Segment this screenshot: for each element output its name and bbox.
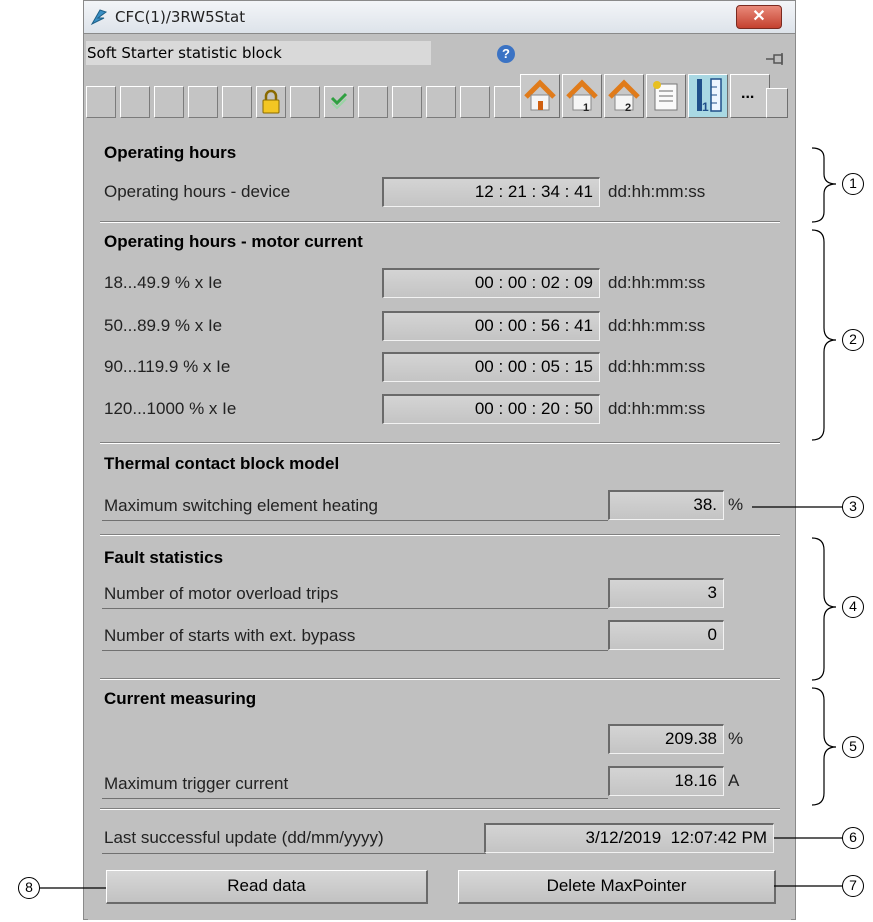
callout-4: 4 [842, 596, 864, 618]
callout-7: 7 [842, 875, 864, 897]
callout-6: 6 [842, 827, 864, 849]
callout-5: 5 [842, 736, 864, 758]
callout-2: 2 [842, 329, 864, 351]
callout-3: 3 [842, 496, 864, 518]
callout-8: 8 [18, 877, 40, 899]
callout-1: 1 [842, 173, 864, 195]
annotation-layer [40, 147, 843, 889]
